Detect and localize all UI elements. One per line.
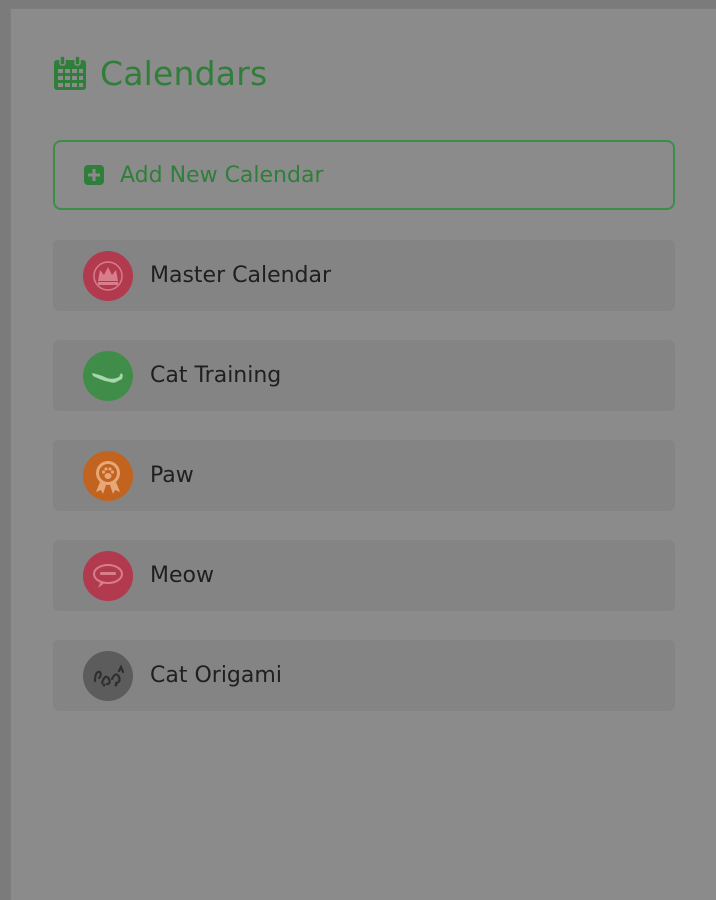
calendar-item-meow[interactable]: Meow — [53, 540, 675, 611]
calendars-panel: Calendars Add New Calendar Master Calend… — [10, 8, 716, 900]
plus-square-icon — [84, 165, 104, 185]
calendar-item-cat-origami[interactable]: Cat Origami — [53, 640, 675, 711]
paw-badge-icon — [83, 450, 133, 501]
crown-icon — [83, 250, 133, 301]
add-new-calendar-button[interactable]: Add New Calendar — [53, 140, 675, 210]
calendars-header: Calendars — [53, 51, 267, 95]
calendar-item-paw[interactable]: Paw — [53, 440, 675, 511]
calendar-item-label: Master Calendar — [150, 263, 332, 288]
calendar-item-master-calendar[interactable]: Master Calendar — [53, 240, 675, 311]
add-new-calendar-label: Add New Calendar — [120, 162, 324, 188]
calendar-item-label: Cat Training — [150, 363, 282, 388]
origami-icon — [83, 650, 133, 701]
calendar-item-label: Cat Origami — [150, 663, 282, 688]
calendar-item-label: Meow — [150, 563, 214, 588]
calendar-item-label: Paw — [150, 463, 194, 488]
calendar-icon — [54, 55, 86, 90]
speech-bubble-icon — [83, 550, 133, 601]
calendar-list: Master Calendar Cat Training Paw Meow Ca… — [53, 240, 675, 740]
cat-leap-icon — [83, 350, 133, 401]
calendar-item-cat-training[interactable]: Cat Training — [53, 340, 675, 411]
page-title: Calendars — [100, 53, 268, 93]
